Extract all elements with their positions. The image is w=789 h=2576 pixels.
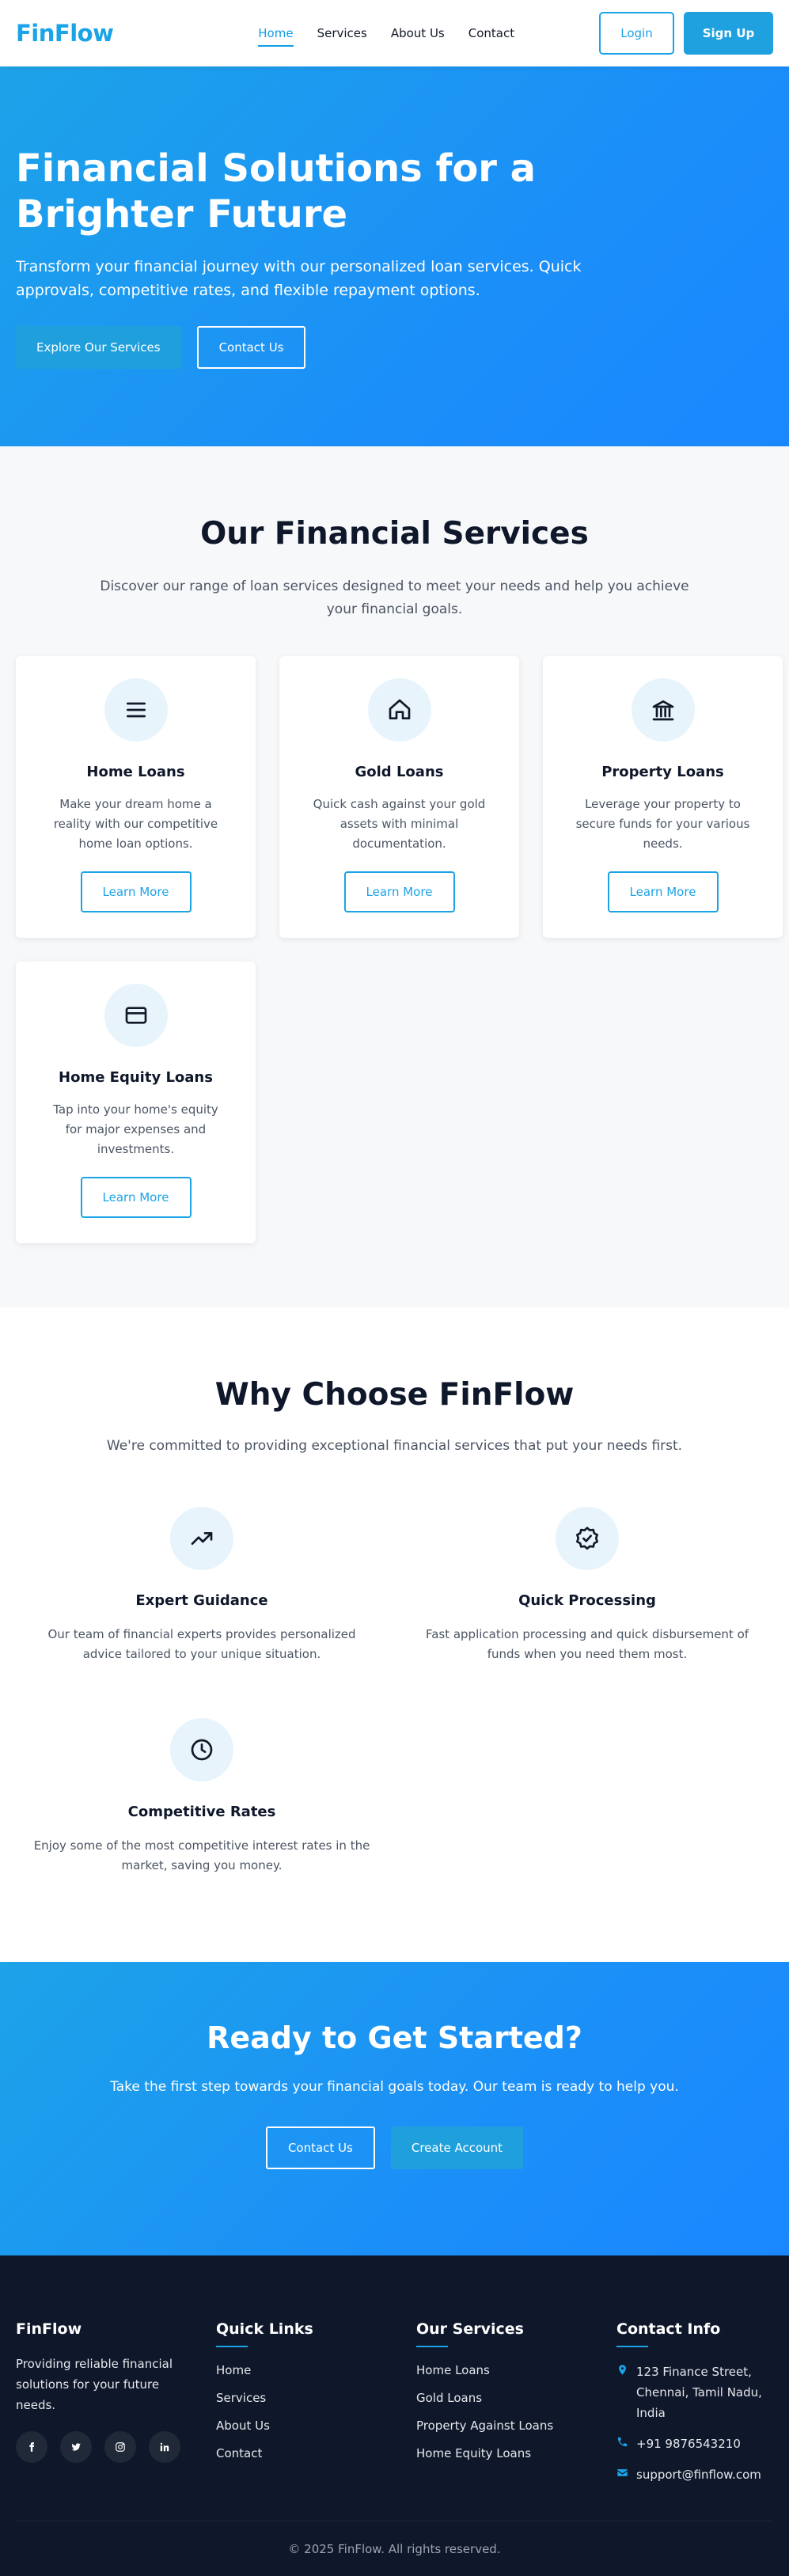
footer-link-home[interactable]: Home (216, 2362, 416, 2379)
card-title: Home Loans (86, 764, 185, 780)
nav-link-services[interactable]: Services (317, 20, 367, 47)
footer-service-home-equity-loans[interactable]: Home Equity Loans (416, 2445, 616, 2462)
credit-card-icon (104, 984, 168, 1047)
cta-section: Ready to Get Started? Take the first ste… (0, 1962, 789, 2255)
feature-title: Expert Guidance (135, 1592, 268, 1609)
footer-service-home-loans[interactable]: Home Loans (416, 2362, 616, 2379)
nav-links: Home Services About Us Contact (258, 20, 514, 47)
hero-actions: Explore Our Services Contact Us (16, 326, 773, 369)
feature-description: Fast application processing and quick di… (425, 1627, 749, 1661)
why-choose-section: Why Choose FinFlow We're committed to pr… (0, 1307, 789, 1962)
footer-services-column: Our Services Home Loans Gold Loans Prope… (416, 2320, 616, 2485)
footer-link-about[interactable]: About Us (216, 2417, 416, 2434)
card-title: Property Loans (601, 764, 724, 780)
cta-actions: Contact Us Create Account (0, 2126, 789, 2169)
instagram-icon[interactable] (104, 2431, 136, 2463)
mail-icon (617, 2469, 628, 2476)
service-card-home-loans: Home Loans Make your dream home a realit… (16, 656, 256, 938)
footer-contact-column: Contact Info 123 Finance Street, Chennai… (616, 2320, 775, 2485)
navbar: FinFlow Home Services About Us Contact L… (0, 0, 789, 66)
menu-icon (104, 678, 168, 742)
service-cards: Home Loans Make your dream home a realit… (16, 656, 783, 1243)
our-services-title: Our Services (416, 2320, 616, 2347)
card-description: Make your dream home a reality with our … (53, 797, 218, 851)
hero-contact-button[interactable]: Contact Us (196, 326, 306, 369)
explore-services-button[interactable]: Explore Our Services (16, 326, 181, 369)
footer-brand-column: FinFlow Providing reliable financial sol… (16, 2320, 216, 2485)
nav-link-home[interactable]: Home (258, 20, 294, 47)
feature-title: Quick Processing (518, 1592, 656, 1609)
quick-links-list: Home Services About Us Contact (216, 2362, 416, 2462)
contact-email: support@finflow.com (616, 2464, 775, 2485)
features-grid: Expert Guidance Our team of financial ex… (16, 1507, 773, 1876)
services-section: Our Financial Services Discover our rang… (0, 446, 789, 1307)
feature-expert-guidance: Expert Guidance Our team of financial ex… (16, 1507, 388, 1664)
linkedin-icon[interactable] (149, 2431, 180, 2463)
footer-link-services[interactable]: Services (216, 2389, 416, 2407)
card-description: Quick cash against your gold assets with… (313, 797, 486, 851)
feature-title: Competitive Rates (127, 1804, 276, 1820)
footer-service-property-loans[interactable]: Property Against Loans (416, 2417, 616, 2434)
services-subtitle: Discover our range of loan services desi… (100, 579, 689, 617)
bank-icon (631, 678, 695, 742)
hero-title: Financial Solutions for a Brighter Futur… (16, 146, 537, 237)
social-links (16, 2431, 216, 2463)
create-account-button[interactable]: Create Account (390, 2126, 524, 2169)
phone-icon (617, 2437, 628, 2447)
address-text: 123 Finance Street, Chennai, Tamil Nadu,… (636, 2365, 762, 2420)
footer-copyright: © 2025 FinFlow. All rights reserved. (16, 2521, 773, 2576)
feature-competitive-rates: Competitive Rates Enjoy some of the most… (16, 1718, 388, 1876)
contact-info-list: 123 Finance Street, Chennai, Tamil Nadu,… (616, 2362, 775, 2485)
home-icon (367, 678, 431, 742)
facebook-icon[interactable] (16, 2431, 47, 2463)
cta-title: Ready to Get Started? (207, 2020, 582, 2055)
cta-contact-button[interactable]: Contact Us (265, 2126, 375, 2169)
feature-quick-processing: Quick Processing Fast application proces… (401, 1507, 773, 1664)
footer-quick-links-column: Quick Links Home Services About Us Conta… (216, 2320, 416, 2485)
service-card-home-equity-loans: Home Equity Loans Tap into your home's e… (16, 962, 256, 1243)
quick-links-title: Quick Links (216, 2320, 416, 2347)
service-card-property-loans: Property Loans Leverage your property to… (543, 656, 783, 938)
learn-more-button[interactable]: Learn More (343, 871, 455, 912)
card-description: Leverage your property to secure funds f… (575, 797, 750, 851)
footer-brand: FinFlow (16, 2320, 82, 2338)
card-description: Tap into your home's equity for major ex… (53, 1102, 218, 1156)
learn-more-button[interactable]: Learn More (80, 1177, 192, 1218)
clock-icon (170, 1718, 233, 1781)
contact-info-title: Contact Info (616, 2320, 775, 2347)
contact-phone: +91 9876543210 (616, 2434, 775, 2454)
map-pin-icon (619, 2365, 626, 2375)
services-title: Our Financial Services (200, 516, 589, 552)
badge-check-icon (556, 1507, 619, 1570)
service-card-gold-loans: Gold Loans Quick cash against your gold … (279, 656, 519, 938)
nav-link-contact[interactable]: Contact (468, 20, 514, 47)
trending-up-icon (170, 1507, 233, 1570)
footer-services-list: Home Loans Gold Loans Property Against L… (416, 2362, 616, 2462)
footer-columns: FinFlow Providing reliable financial sol… (16, 2320, 773, 2485)
logo[interactable]: FinFlow (16, 20, 114, 47)
footer-link-contact[interactable]: Contact (216, 2445, 416, 2462)
learn-more-button[interactable]: Learn More (607, 871, 719, 912)
learn-more-button[interactable]: Learn More (80, 871, 192, 912)
hero-subtitle: Transform your financial journey with ou… (16, 258, 582, 299)
nav-link-about[interactable]: About Us (391, 20, 445, 47)
signup-button[interactable]: Sign Up (684, 12, 773, 55)
card-title: Home Equity Loans (59, 1069, 213, 1086)
footer-description: Providing reliable financial solutions f… (16, 2357, 173, 2412)
feature-description: Enjoy some of the most competitive inter… (33, 1838, 370, 1872)
why-subtitle: We're committed to providing exceptional… (106, 1438, 683, 1454)
contact-address: 123 Finance Street, Chennai, Tamil Nadu,… (616, 2362, 775, 2423)
login-button[interactable]: Login (599, 12, 674, 55)
nav-actions: Login Sign Up (599, 12, 773, 55)
phone-text[interactable]: +91 9876543210 (636, 2434, 741, 2454)
footer-service-gold-loans[interactable]: Gold Loans (416, 2389, 616, 2407)
email-text[interactable]: support@finflow.com (636, 2464, 761, 2485)
cta-subtitle: Take the first step towards your financi… (110, 2079, 679, 2095)
footer: FinFlow Providing reliable financial sol… (0, 2255, 789, 2576)
hero-section: Financial Solutions for a Brighter Futur… (0, 66, 789, 446)
twitter-icon[interactable] (60, 2431, 92, 2463)
why-title: Why Choose FinFlow (214, 1377, 575, 1413)
feature-description: Our team of financial experts provides p… (47, 1627, 356, 1661)
card-title: Gold Loans (355, 764, 444, 780)
